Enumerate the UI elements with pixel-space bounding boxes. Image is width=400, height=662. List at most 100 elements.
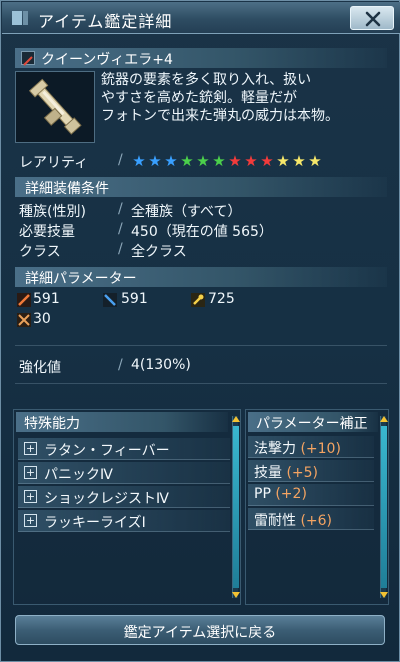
special-abilities-panel: 特殊能力 + ラタン・フィーバー + パニックⅣ + ショックレジストⅣ + ラ… (13, 409, 241, 605)
expand-plus-icon: + (24, 490, 37, 503)
scroll-down-arrow-icon[interactable] (380, 592, 388, 598)
rarity-stars: ★ ★ ★ ★ ★ ★ ★ ★ ★ ★ ★ ★ (131, 153, 323, 169)
rarity-star-icon: ★ (228, 152, 242, 170)
section-title: パラメーター補正 (256, 416, 368, 432)
required-dex-value: 450（現在の値 565） (131, 224, 273, 240)
dexterity-value: 30 (33, 311, 51, 327)
item-description-line: 銃器の要素を多く取り入れ、扱い (101, 72, 312, 88)
param-bonus-row: 法撃力 (+10) (248, 436, 374, 458)
grind-label: 強化値 (19, 360, 61, 376)
item-description-line: やすさを高めた銃剣。軽量だが (101, 90, 297, 106)
back-button-label: 鑑定アイテム選択に戻る (123, 625, 277, 641)
parameters-header: 詳細パラメーター (15, 267, 387, 287)
grind-value: 4(130%) (131, 357, 191, 373)
gunblade-icon (28, 78, 82, 135)
race-label: 種族(性別) (19, 204, 86, 220)
ranged-attack-value: 591 (121, 291, 148, 307)
param-bonus-value: (+6) (300, 513, 333, 529)
rarity-star-icon: ★ (292, 152, 306, 170)
item-description-line: フォトンで出来た弾丸の威力は本物。 (101, 108, 339, 124)
ranged-attack-icon (103, 293, 117, 307)
section-title: 詳細装備条件 (25, 181, 109, 197)
rarity-star-icon: ★ (244, 152, 258, 170)
param-bonus-text: PP (+2) (254, 486, 307, 502)
param-bonus-value: (+2) (275, 486, 307, 502)
close-button[interactable] (350, 6, 394, 30)
param-bonus-row: PP (+2) (248, 484, 374, 506)
param-bonus-text: 法撃力 (+10) (254, 438, 341, 458)
ability-item[interactable]: + ラッキーライズⅠ (18, 510, 230, 532)
rarity-star-icon: ★ (180, 152, 194, 170)
param-bonus-label: 法撃力 (254, 441, 296, 457)
item-appraisal-window: アイテム鑑定詳細 クイーンヴィエラ+4 銃器の要素を多く取り入れ、扱い やすさを… (0, 0, 400, 662)
rarity-star-icon: ★ (132, 152, 146, 170)
scroll-thumb[interactable] (233, 426, 239, 588)
weapon-type-icon (21, 51, 35, 66)
separator: / (118, 357, 123, 373)
separator: / (118, 152, 123, 168)
abilities-scrollbar[interactable] (232, 416, 240, 598)
param-bonus-row: 雷耐性 (+6) (248, 508, 374, 530)
param-bonus-value: (+5) (286, 465, 319, 481)
param-bonus-value: (+10) (300, 441, 341, 457)
equip-conditions-header: 詳細装備条件 (15, 177, 387, 197)
param-bonus-label: 雷耐性 (254, 513, 296, 529)
item-name: クイーンヴィエラ+4 (41, 52, 173, 68)
item-description: 銃器の要素を多く取り入れ、扱い やすさを高めた銃剣。軽量だが フォトンで出来た弾… (101, 71, 391, 125)
race-value: 全種族（すべて） (131, 204, 242, 220)
param-bonus-label: 技量 (254, 465, 282, 481)
scroll-down-arrow-icon[interactable] (232, 592, 240, 598)
class-label: クラス (19, 244, 61, 260)
special-abilities-header: 特殊能力 (16, 412, 228, 432)
rarity-star-icon: ★ (196, 152, 210, 170)
rarity-star-icon: ★ (260, 152, 274, 170)
ability-label: パニックⅣ (44, 467, 113, 483)
rarity-label: レアリティ (19, 155, 89, 171)
title-decoration-icon (12, 11, 28, 25)
rarity-star-icon: ★ (212, 152, 226, 170)
separator: / (118, 241, 123, 257)
rarity-star-icon: ★ (308, 152, 322, 170)
section-title: 特殊能力 (24, 416, 80, 432)
ability-item[interactable]: + パニックⅣ (18, 462, 230, 484)
melee-attack-icon (17, 293, 31, 307)
scroll-up-arrow-icon[interactable] (380, 416, 388, 422)
window-title: アイテム鑑定詳細 (38, 12, 173, 31)
expand-plus-icon: + (24, 442, 37, 455)
back-to-selection-button[interactable]: 鑑定アイテム選択に戻る (15, 615, 385, 645)
param-bonus-text: 技量 (+5) (254, 462, 318, 482)
param-bonus-panel: パラメーター補正 法撃力 (+10) 技量 (+5) PP (+2) 雷耐性 (… (245, 409, 389, 605)
separator: / (118, 201, 123, 217)
scroll-up-arrow-icon[interactable] (232, 416, 240, 422)
ability-label: ラタン・フィーバー (44, 443, 170, 459)
melee-attack-value: 591 (33, 291, 60, 307)
expand-plus-icon: + (24, 514, 37, 527)
rarity-star-icon: ★ (148, 152, 162, 170)
expand-plus-icon: + (24, 466, 37, 479)
scroll-thumb[interactable] (381, 426, 387, 588)
rarity-star-icon: ★ (164, 152, 178, 170)
section-title: 詳細パラメーター (25, 271, 137, 287)
tech-attack-value: 725 (208, 291, 235, 307)
title-bar: アイテム鑑定詳細 (2, 2, 400, 34)
ability-label: ショックレジストⅣ (44, 491, 169, 507)
dexterity-icon (17, 313, 31, 327)
required-dex-label: 必要技量 (19, 224, 75, 240)
param-bonus-text: 雷耐性 (+6) (254, 510, 332, 530)
ability-label: ラッキーライズⅠ (44, 515, 146, 531)
param-bonus-row: 技量 (+5) (248, 460, 374, 482)
ability-item[interactable]: + ショックレジストⅣ (18, 486, 230, 508)
close-x-icon (365, 11, 381, 27)
param-bonus-scrollbar[interactable] (380, 416, 388, 598)
divider (15, 345, 387, 346)
ability-item[interactable]: + ラタン・フィーバー (18, 438, 230, 460)
tech-attack-icon (191, 293, 205, 307)
class-value: 全クラス (131, 244, 187, 260)
param-bonus-label: PP (254, 486, 271, 502)
param-bonus-header: パラメーター補正 (248, 412, 378, 432)
separator: / (118, 221, 123, 237)
item-image (15, 71, 95, 143)
rarity-star-icon: ★ (276, 152, 290, 170)
divider (15, 383, 387, 384)
item-name-bar: クイーンヴィエラ+4 (15, 48, 387, 68)
